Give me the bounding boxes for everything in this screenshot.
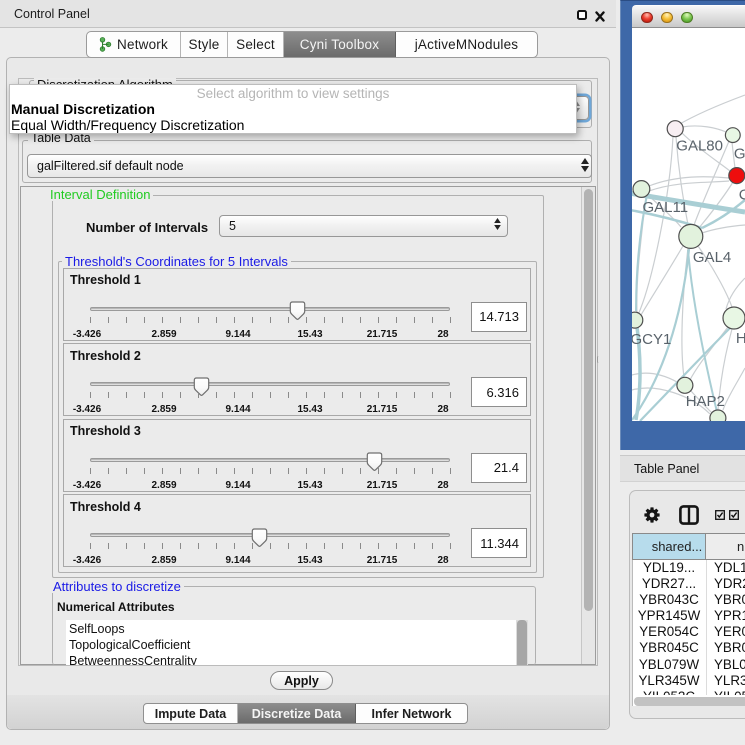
svg-text:C: C — [739, 187, 745, 204]
svg-text:H: H — [736, 330, 745, 347]
svg-text:GAL80: GAL80 — [676, 137, 723, 154]
svg-text:GAL11: GAL11 — [643, 199, 689, 216]
svg-text:G.: G. — [734, 146, 745, 163]
svg-text:HAP2: HAP2 — [686, 393, 725, 410]
svg-text:GCY1: GCY1 — [632, 331, 671, 348]
svg-text:GAL4: GAL4 — [693, 249, 731, 266]
